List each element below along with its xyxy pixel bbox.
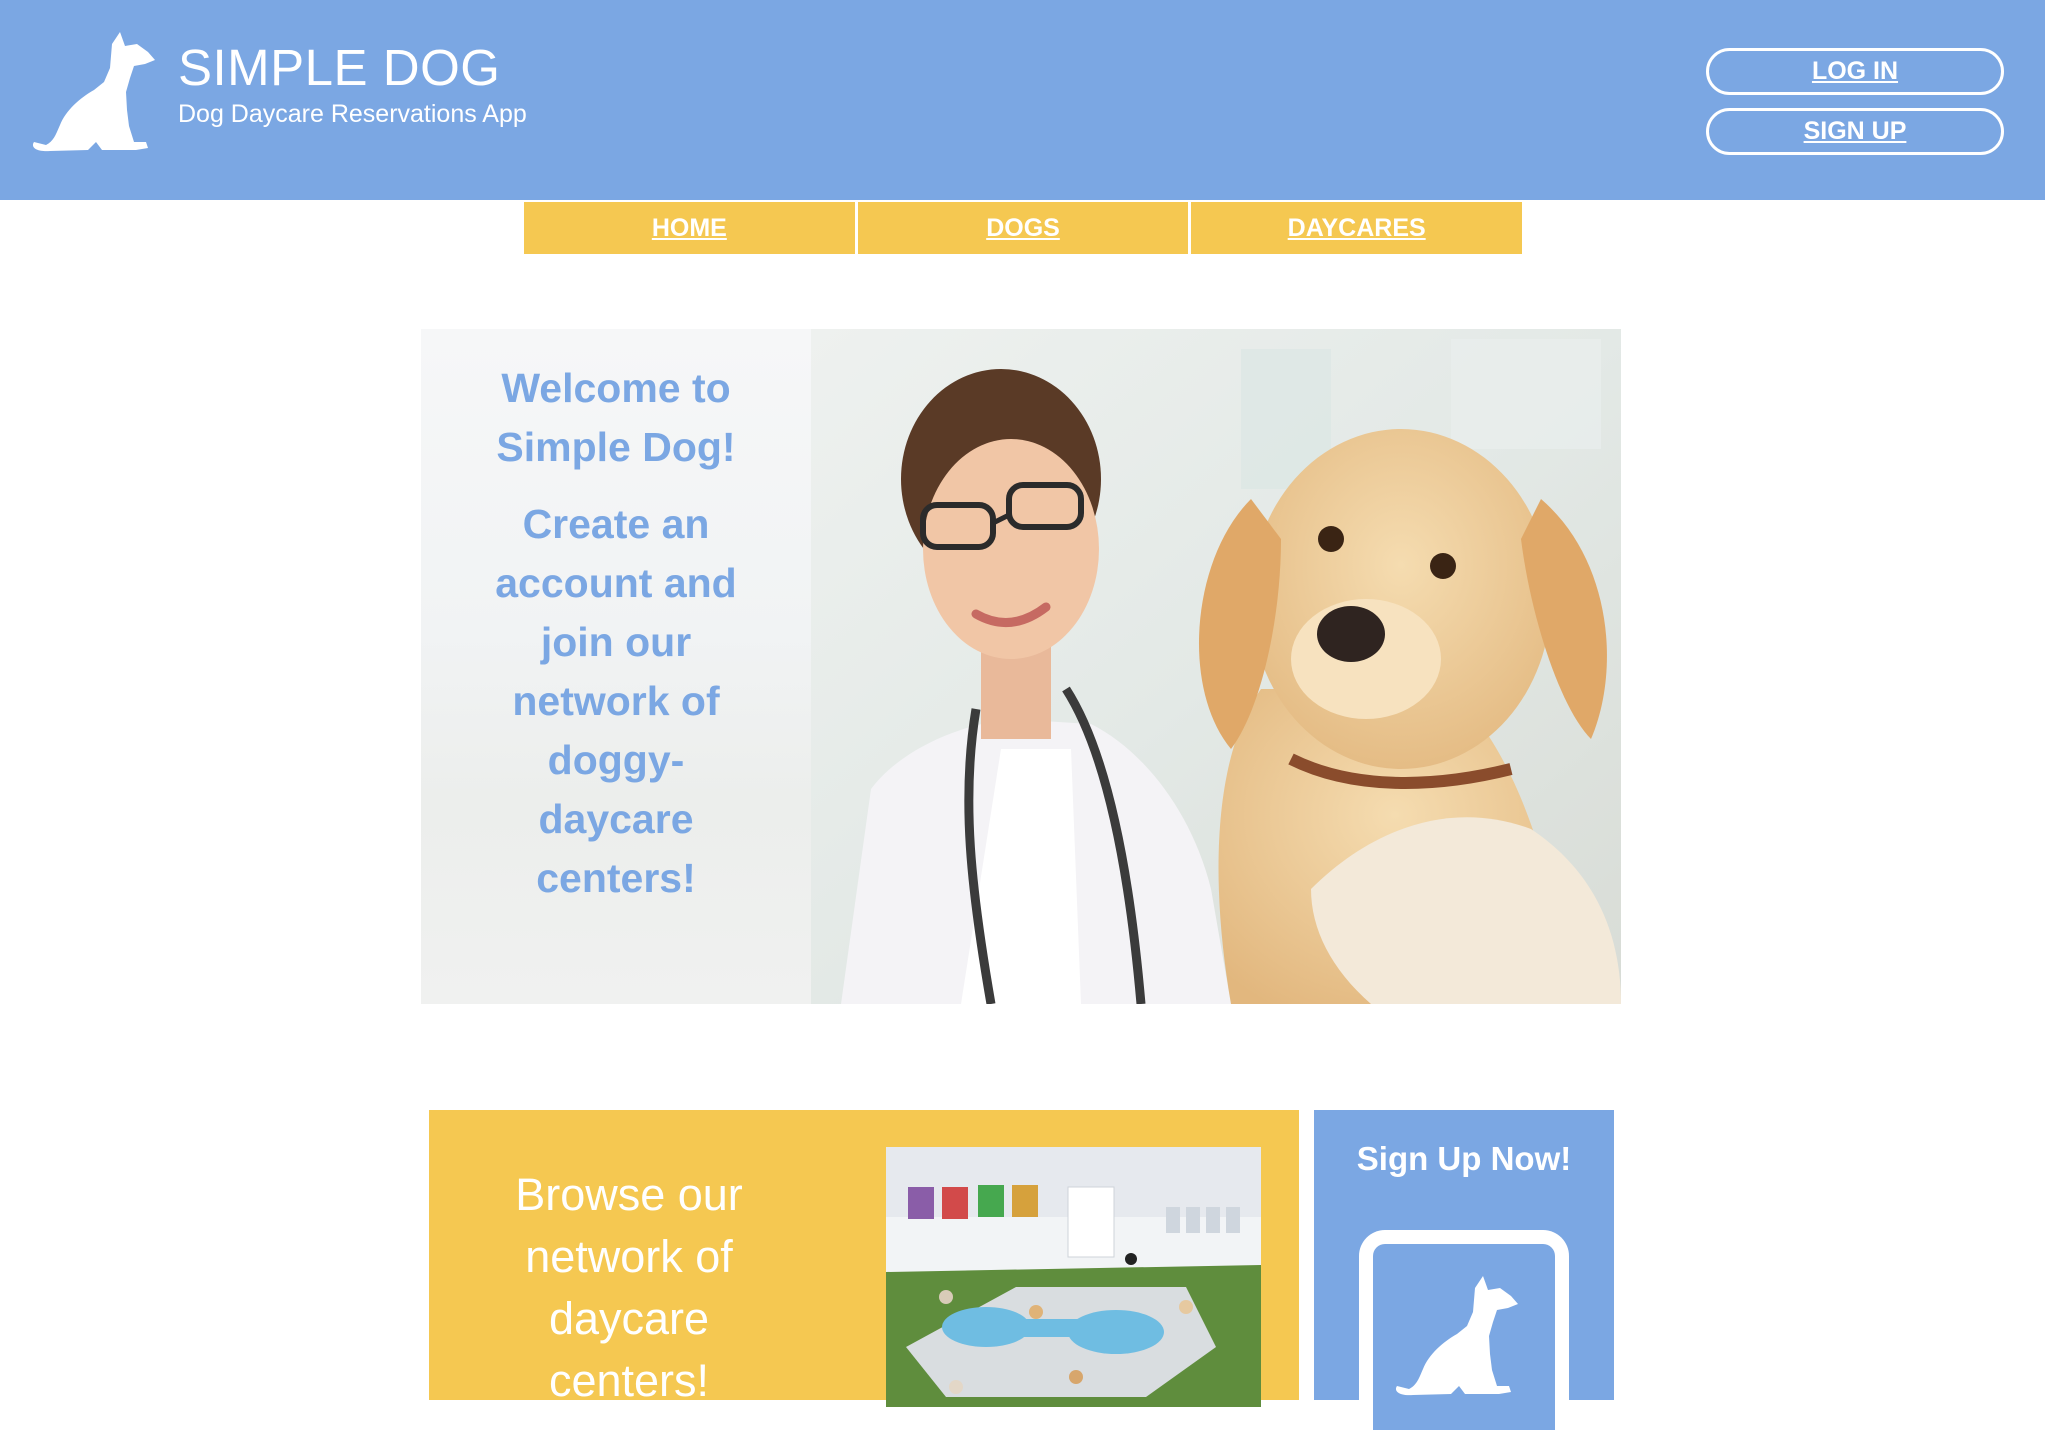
main-nav: HOME DOGS DAYCARES [524, 202, 1523, 254]
phone-app-frame [1359, 1230, 1569, 1430]
browse-text: Browse our network of daycare centers! [469, 1164, 789, 1412]
browse-text-line: centers! [548, 1355, 710, 1406]
signup-now-heading: Sign Up Now! [1356, 1140, 1572, 1177]
browse-text-line: network of [525, 1231, 733, 1282]
browse-text-line: Browse our [515, 1169, 743, 1220]
hero-welcome-line: Simple Dog! [496, 424, 736, 470]
signup-now-card[interactable]: Sign Up Now! [1314, 1110, 1614, 1430]
hero-banner: Welcome to Simple Dog! Create an account… [421, 329, 1621, 1004]
daycare-facility-photo [886, 1147, 1261, 1407]
hero-photo-vet-with-dog [811, 329, 1621, 1004]
hero-cta-line: join our [540, 619, 692, 665]
hero-cta-line: doggy- [547, 737, 685, 783]
signup-button[interactable]: SIGN UP [1706, 108, 2004, 155]
dog-silhouette-icon [1395, 1276, 1518, 1396]
hero-cta-text: Create an account and join our network o… [461, 495, 771, 908]
dog-logo-icon[interactable] [30, 30, 160, 154]
hero-cta-line: account and [495, 560, 737, 606]
hero-cta-line: centers! [536, 855, 696, 901]
hero-cta-line: network of [512, 678, 720, 724]
hero-welcome-heading: Welcome to Simple Dog! [461, 359, 771, 477]
nav-tab-dogs[interactable]: DOGS [857, 202, 1189, 254]
brand-title: SIMPLE DOG [178, 39, 501, 96]
hero-welcome-line: Welcome to [501, 365, 731, 411]
hero-text: Welcome to Simple Dog! Create an account… [461, 359, 771, 908]
browse-daycares-card[interactable]: Browse our network of daycare centers! [429, 1110, 1299, 1407]
site-header: SIMPLE DOG Dog Daycare Reservations App … [0, 0, 2045, 200]
hero-cta-line: Create an [522, 501, 710, 547]
browse-text-line: daycare [548, 1293, 710, 1344]
hero-cta-line: daycare [538, 796, 694, 842]
login-button[interactable]: LOG IN [1706, 48, 2004, 95]
nav-tab-home[interactable]: HOME [524, 202, 855, 254]
nav-tab-daycares[interactable]: DAYCARES [1191, 202, 1523, 254]
brand-subtitle: Dog Daycare Reservations App [178, 100, 527, 128]
